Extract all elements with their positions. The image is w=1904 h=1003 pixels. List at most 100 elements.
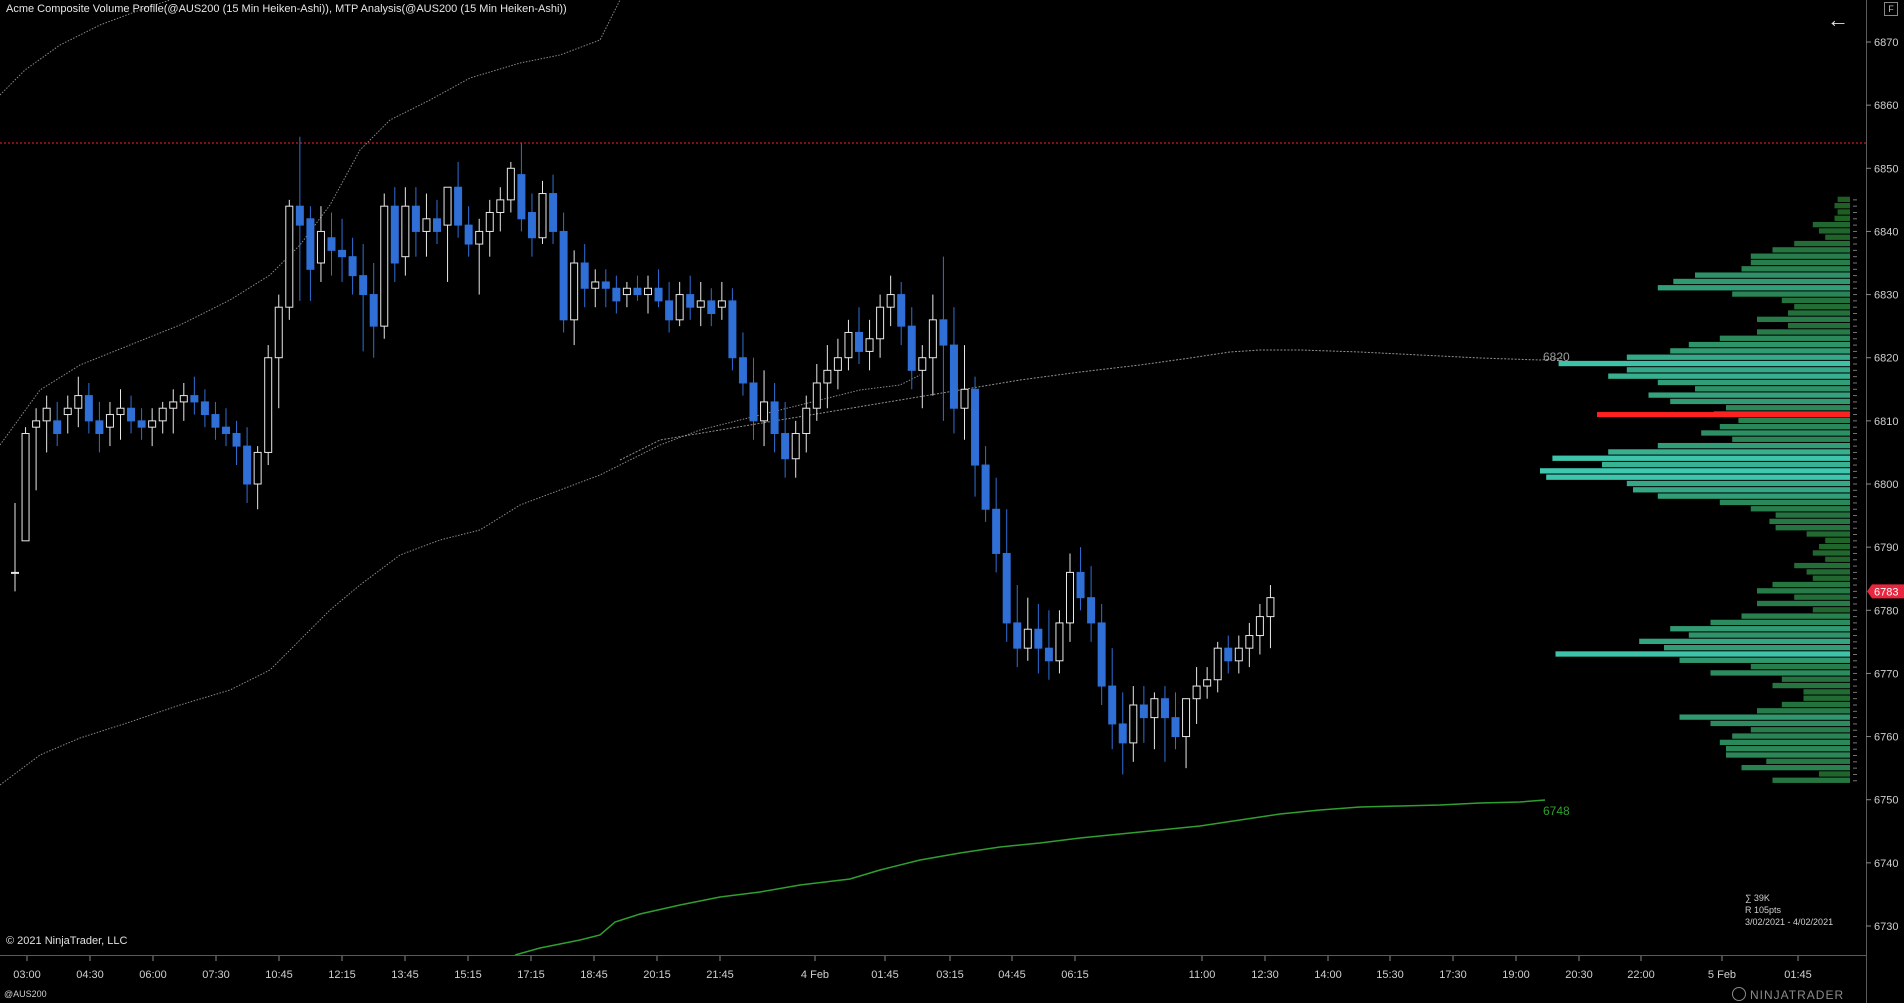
candle-body xyxy=(1066,571,1074,624)
chart-menu-button[interactable]: F xyxy=(1884,2,1898,16)
candle-body xyxy=(1044,647,1053,662)
candle-body xyxy=(971,388,980,466)
candlesticks xyxy=(11,136,1275,775)
candle-body xyxy=(1234,647,1243,662)
candle-body xyxy=(918,357,927,371)
volume-profile-bar xyxy=(1679,657,1850,663)
volume-profile-bar xyxy=(1726,746,1850,752)
volume-profile-bar xyxy=(1757,329,1850,335)
time-tick-label: 01:45 xyxy=(1784,969,1812,981)
candle-body xyxy=(591,281,600,289)
vp-dates: 3/02/2021 - 4/02/2021 xyxy=(1745,917,1834,927)
candle-body xyxy=(559,230,568,321)
candle-body xyxy=(232,432,241,447)
candle-body xyxy=(527,211,536,239)
time-tick-label: 03:15 xyxy=(936,969,964,981)
candle-body xyxy=(633,287,642,296)
volume-profile-bar xyxy=(1750,253,1850,259)
price-tick-label: 6870 xyxy=(1874,37,1898,49)
candle-body xyxy=(981,464,990,510)
volume-profile-bar xyxy=(1825,234,1850,240)
volume-profile-bar xyxy=(1757,600,1850,607)
candle-body xyxy=(580,262,589,289)
volume-profile-bar xyxy=(1819,771,1850,777)
volume-profile-bar xyxy=(1710,619,1850,626)
candle-body xyxy=(728,300,737,359)
volume-profile-bar xyxy=(1558,360,1850,367)
time-tick-label: 10:45 xyxy=(265,969,293,981)
candle-body xyxy=(770,401,779,434)
candle-body xyxy=(1076,571,1085,599)
price-tick-label: 6800 xyxy=(1874,479,1898,491)
time-tick-label: 17:30 xyxy=(1439,969,1467,981)
volume-profile-bar xyxy=(1750,506,1850,512)
candle-body xyxy=(211,414,220,428)
candle-body xyxy=(939,319,948,346)
candle-body xyxy=(781,432,790,460)
volume-profile-bar xyxy=(1834,215,1850,221)
candle-body xyxy=(506,167,515,201)
candle-body xyxy=(84,395,93,422)
volume-profile-bar xyxy=(1608,449,1850,455)
candle-body xyxy=(95,420,104,434)
candle-body xyxy=(422,218,431,232)
candle-body xyxy=(823,369,832,384)
volume-profile-bar xyxy=(1719,335,1850,341)
volume-profile-bar xyxy=(1626,480,1850,487)
candle-body xyxy=(897,294,906,327)
time-tick-label: 22:00 xyxy=(1627,969,1655,981)
volume-profile-bar xyxy=(1741,266,1850,272)
volume-profile-bar xyxy=(1673,278,1850,285)
volume-profile-bar xyxy=(1775,512,1850,518)
volume-profile-bar xyxy=(1750,727,1850,733)
candle-body xyxy=(1192,685,1201,700)
time-tick-label: 07:30 xyxy=(202,969,230,981)
volume-profile-bar xyxy=(1769,518,1850,525)
price-tick-label: 6860 xyxy=(1874,100,1898,112)
volume-profile-bar xyxy=(1732,436,1850,442)
last-price-label: 6783 xyxy=(1874,586,1898,598)
back-arrow-icon[interactable]: ← xyxy=(1827,6,1849,34)
volume-profile-bar xyxy=(1657,379,1850,386)
candle-body xyxy=(390,205,399,264)
time-tick-label: 01:45 xyxy=(871,969,899,981)
volume-profile-bar xyxy=(1837,209,1850,215)
volume-profile-bar xyxy=(1608,373,1850,379)
copyright-text: © 2021 NinjaTrader, LLC xyxy=(6,935,128,947)
candle-body xyxy=(200,401,209,416)
candle-body xyxy=(654,287,663,302)
volume-profile-bar xyxy=(1670,626,1850,632)
candle-body xyxy=(622,287,631,296)
candle-body xyxy=(1266,597,1275,618)
candle-body xyxy=(443,186,452,226)
candle-body xyxy=(844,331,853,359)
volume-profile-bar xyxy=(1781,676,1850,682)
candle-body xyxy=(907,325,916,371)
candle-body xyxy=(53,420,62,434)
candle-body xyxy=(1055,622,1064,662)
candle-body xyxy=(464,224,473,245)
candle-body xyxy=(601,281,610,289)
candle-body xyxy=(865,338,874,352)
time-tick-label: 12:15 xyxy=(328,969,356,981)
volume-profile-bar xyxy=(1546,474,1850,480)
volume-profile-bar xyxy=(1555,651,1850,657)
candle-body xyxy=(1087,597,1096,624)
candle-body xyxy=(675,294,684,321)
price-chart[interactable]: 6820 6748 6870 6860 6850 6840 6830 6820 6810 680… xyxy=(0,0,1904,1003)
time-tick-label: 15:30 xyxy=(1376,969,1404,981)
candle-body xyxy=(380,205,389,327)
volume-profile-bar xyxy=(1688,632,1850,638)
candle-body xyxy=(285,205,294,308)
volume-profile-bar xyxy=(1552,455,1850,461)
candle-body xyxy=(1213,647,1222,681)
candle-body xyxy=(992,508,1001,554)
ninjatrader-logo: NINJATRADER xyxy=(1732,987,1844,1002)
candle-body xyxy=(411,205,420,232)
volume-profile-bar xyxy=(1726,405,1850,411)
time-tick-label: 20:15 xyxy=(643,969,671,981)
time-tick-label: 4 Feb xyxy=(801,969,829,981)
candle-body xyxy=(401,205,410,258)
volume-profile-bar xyxy=(1775,525,1850,531)
candle-body xyxy=(749,382,758,422)
